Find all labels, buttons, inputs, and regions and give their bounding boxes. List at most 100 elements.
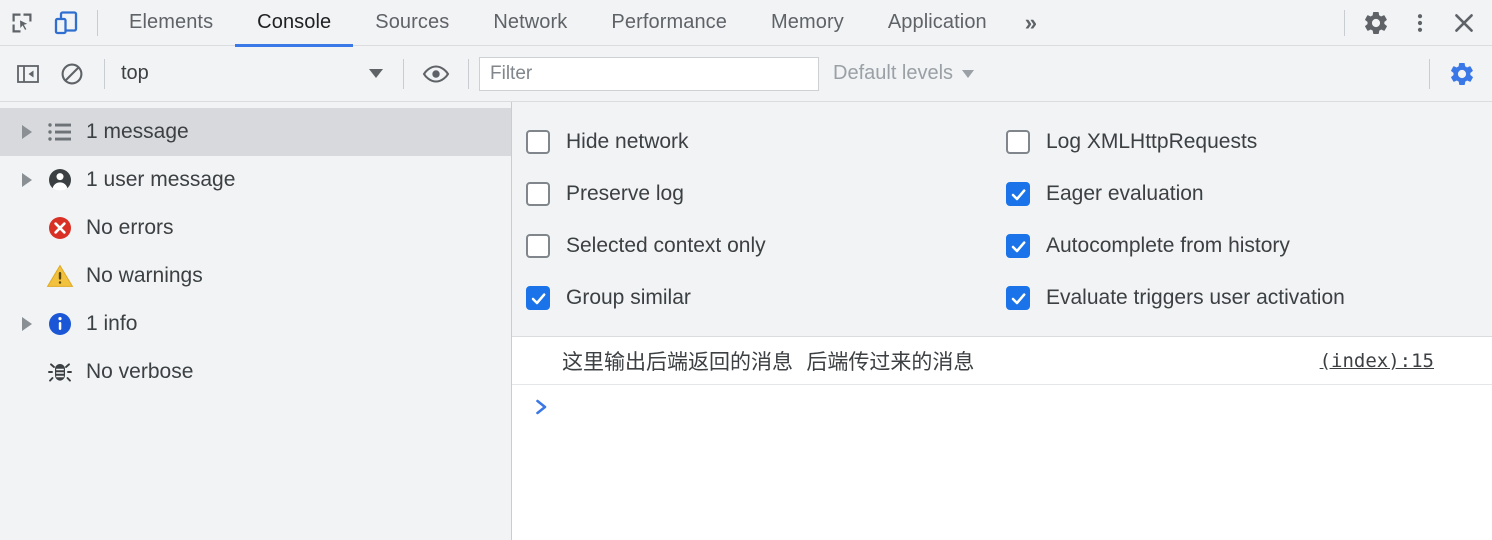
tabbar-actions-divider — [1344, 9, 1345, 36]
console-settings-pane: Hide network Preserve log Selected conte… — [512, 102, 1492, 337]
checkbox-checked-icon[interactable] — [1006, 234, 1030, 258]
list-icon — [40, 121, 80, 143]
setting-preserve-log[interactable]: Preserve log — [526, 168, 1002, 220]
console-message-source-link[interactable]: (index):15 — [1320, 350, 1434, 372]
setting-label: Evaluate triggers user activation — [1046, 286, 1345, 309]
tab-label: Performance — [611, 11, 727, 33]
expand-triangle-icon[interactable] — [14, 173, 40, 187]
tab-sources[interactable]: Sources — [353, 0, 471, 46]
checkbox-checked-icon[interactable] — [1006, 286, 1030, 310]
sidebar-item-label: No errors — [86, 216, 174, 239]
chevron-down-icon — [962, 69, 975, 78]
tab-label: Network — [493, 11, 568, 33]
tabbar-divider — [97, 9, 98, 36]
setting-label: Autocomplete from history — [1046, 234, 1290, 257]
toolbar-divider-3 — [468, 58, 469, 89]
setting-hide-network[interactable]: Hide network — [526, 116, 1002, 168]
console-sidebar: 1 message 1 user message No errors No wa… — [0, 102, 512, 540]
inspect-element-icon[interactable] — [0, 1, 44, 45]
checkbox-checked-icon[interactable] — [526, 286, 550, 310]
prompt-chevron-icon — [534, 397, 550, 421]
console-empty-area — [512, 433, 1492, 540]
sidebar-item-user-messages[interactable]: 1 user message — [0, 156, 511, 204]
sidebar-item-info[interactable]: 1 info — [0, 300, 511, 348]
expand-triangle-icon[interactable] — [14, 317, 40, 331]
console-main: Hide network Preserve log Selected conte… — [512, 102, 1492, 540]
checkbox-unchecked-icon[interactable] — [526, 234, 550, 258]
setting-evaluate-triggers-user-activation[interactable]: Evaluate triggers user activation — [1006, 272, 1492, 324]
tab-network[interactable]: Network — [471, 0, 589, 46]
create-live-expression-icon[interactable] — [414, 52, 458, 96]
toolbar-divider-4 — [1429, 58, 1430, 89]
console-settings-right-column: Log XMLHttpRequests Eager evaluation Aut… — [1002, 116, 1492, 324]
show-console-sidebar-icon[interactable] — [6, 52, 50, 96]
gear-icon[interactable] — [1354, 1, 1398, 45]
tab-elements[interactable]: Elements — [107, 0, 235, 46]
chevron-down-icon — [369, 69, 383, 78]
warning-icon — [40, 263, 80, 289]
setting-log-xmlhttprequests[interactable]: Log XMLHttpRequests — [1006, 116, 1492, 168]
setting-group-similar[interactable]: Group similar — [526, 272, 1002, 324]
console-settings-left-column: Hide network Preserve log Selected conte… — [512, 116, 1002, 324]
sidebar-item-label: 1 user message — [86, 168, 236, 191]
sidebar-item-label: 1 message — [86, 120, 189, 143]
tab-label: Sources — [375, 11, 450, 33]
setting-label: Hide network — [566, 130, 689, 153]
sidebar-item-label: 1 info — [86, 312, 138, 335]
sidebar-item-errors[interactable]: No errors — [0, 204, 511, 252]
clear-console-icon[interactable] — [50, 52, 94, 96]
checkbox-unchecked-icon[interactable] — [526, 182, 550, 206]
setting-autocomplete-from-history[interactable]: Autocomplete from history — [1006, 220, 1492, 272]
kebab-menu-icon[interactable] — [1398, 1, 1442, 45]
setting-label: Group similar — [566, 286, 691, 309]
tab-application[interactable]: Application — [866, 0, 1009, 46]
console-prompt-input[interactable] — [562, 385, 1492, 433]
sidebar-item-warnings[interactable]: No warnings — [0, 252, 511, 300]
console-toolbar-actions — [1419, 52, 1492, 96]
toolbar-divider-2 — [403, 58, 404, 89]
checkbox-unchecked-icon[interactable] — [1006, 130, 1030, 154]
tab-label: Memory — [771, 11, 844, 33]
setting-eager-evaluation[interactable]: Eager evaluation — [1006, 168, 1492, 220]
setting-label: Eager evaluation — [1046, 182, 1204, 205]
sidebar-item-messages[interactable]: 1 message — [0, 108, 511, 156]
tab-label: Elements — [129, 11, 214, 33]
person-icon — [40, 167, 80, 193]
tab-console[interactable]: Console — [235, 0, 354, 47]
device-toolbar-icon[interactable] — [44, 1, 88, 45]
execution-context-selector[interactable]: top — [115, 56, 393, 92]
more-tabs-label: » — [1024, 9, 1038, 35]
console-message-text: 这里输出后端返回的消息 后端传过来的消息 — [562, 349, 975, 374]
tab-label: Application — [887, 11, 987, 33]
execution-context-value: top — [121, 62, 149, 84]
log-levels-label: Default levels — [833, 62, 954, 84]
tab-label: Console — [257, 11, 332, 33]
setting-label: Preserve log — [566, 182, 684, 205]
devtools-tabbar: Elements Console Sources Network Perform… — [0, 0, 1492, 47]
expand-triangle-icon[interactable] — [14, 125, 40, 139]
setting-label: Log XMLHttpRequests — [1046, 130, 1258, 153]
tab-memory[interactable]: Memory — [749, 0, 866, 46]
sidebar-item-verbose[interactable]: No verbose — [0, 348, 511, 396]
log-levels-dropdown[interactable]: Default levels — [833, 62, 975, 85]
console-settings-gear-icon[interactable] — [1440, 52, 1484, 96]
filter-input[interactable] — [479, 56, 819, 91]
panel-tabs: Elements Console Sources Network Perform… — [107, 0, 1053, 47]
tabbar-actions — [1335, 1, 1492, 45]
error-icon — [40, 215, 80, 241]
checkbox-checked-icon[interactable] — [1006, 182, 1030, 206]
console-prompt-row[interactable] — [512, 385, 1492, 433]
sidebar-item-label: No warnings — [86, 264, 203, 287]
sidebar-item-label: No verbose — [86, 360, 194, 383]
more-tabs-icon[interactable]: » — [1009, 0, 1053, 46]
setting-selected-context-only[interactable]: Selected context only — [526, 220, 1002, 272]
tab-performance[interactable]: Performance — [589, 0, 749, 46]
close-icon[interactable] — [1442, 1, 1486, 45]
toolbar-divider-1 — [104, 58, 105, 89]
bug-icon — [40, 359, 80, 385]
info-icon — [40, 311, 80, 337]
devtools-window: Elements Console Sources Network Perform… — [0, 0, 1492, 540]
setting-label: Selected context only — [566, 234, 766, 257]
console-message-row[interactable]: 这里输出后端返回的消息 后端传过来的消息 (index):15 — [512, 337, 1492, 385]
checkbox-unchecked-icon[interactable] — [526, 130, 550, 154]
